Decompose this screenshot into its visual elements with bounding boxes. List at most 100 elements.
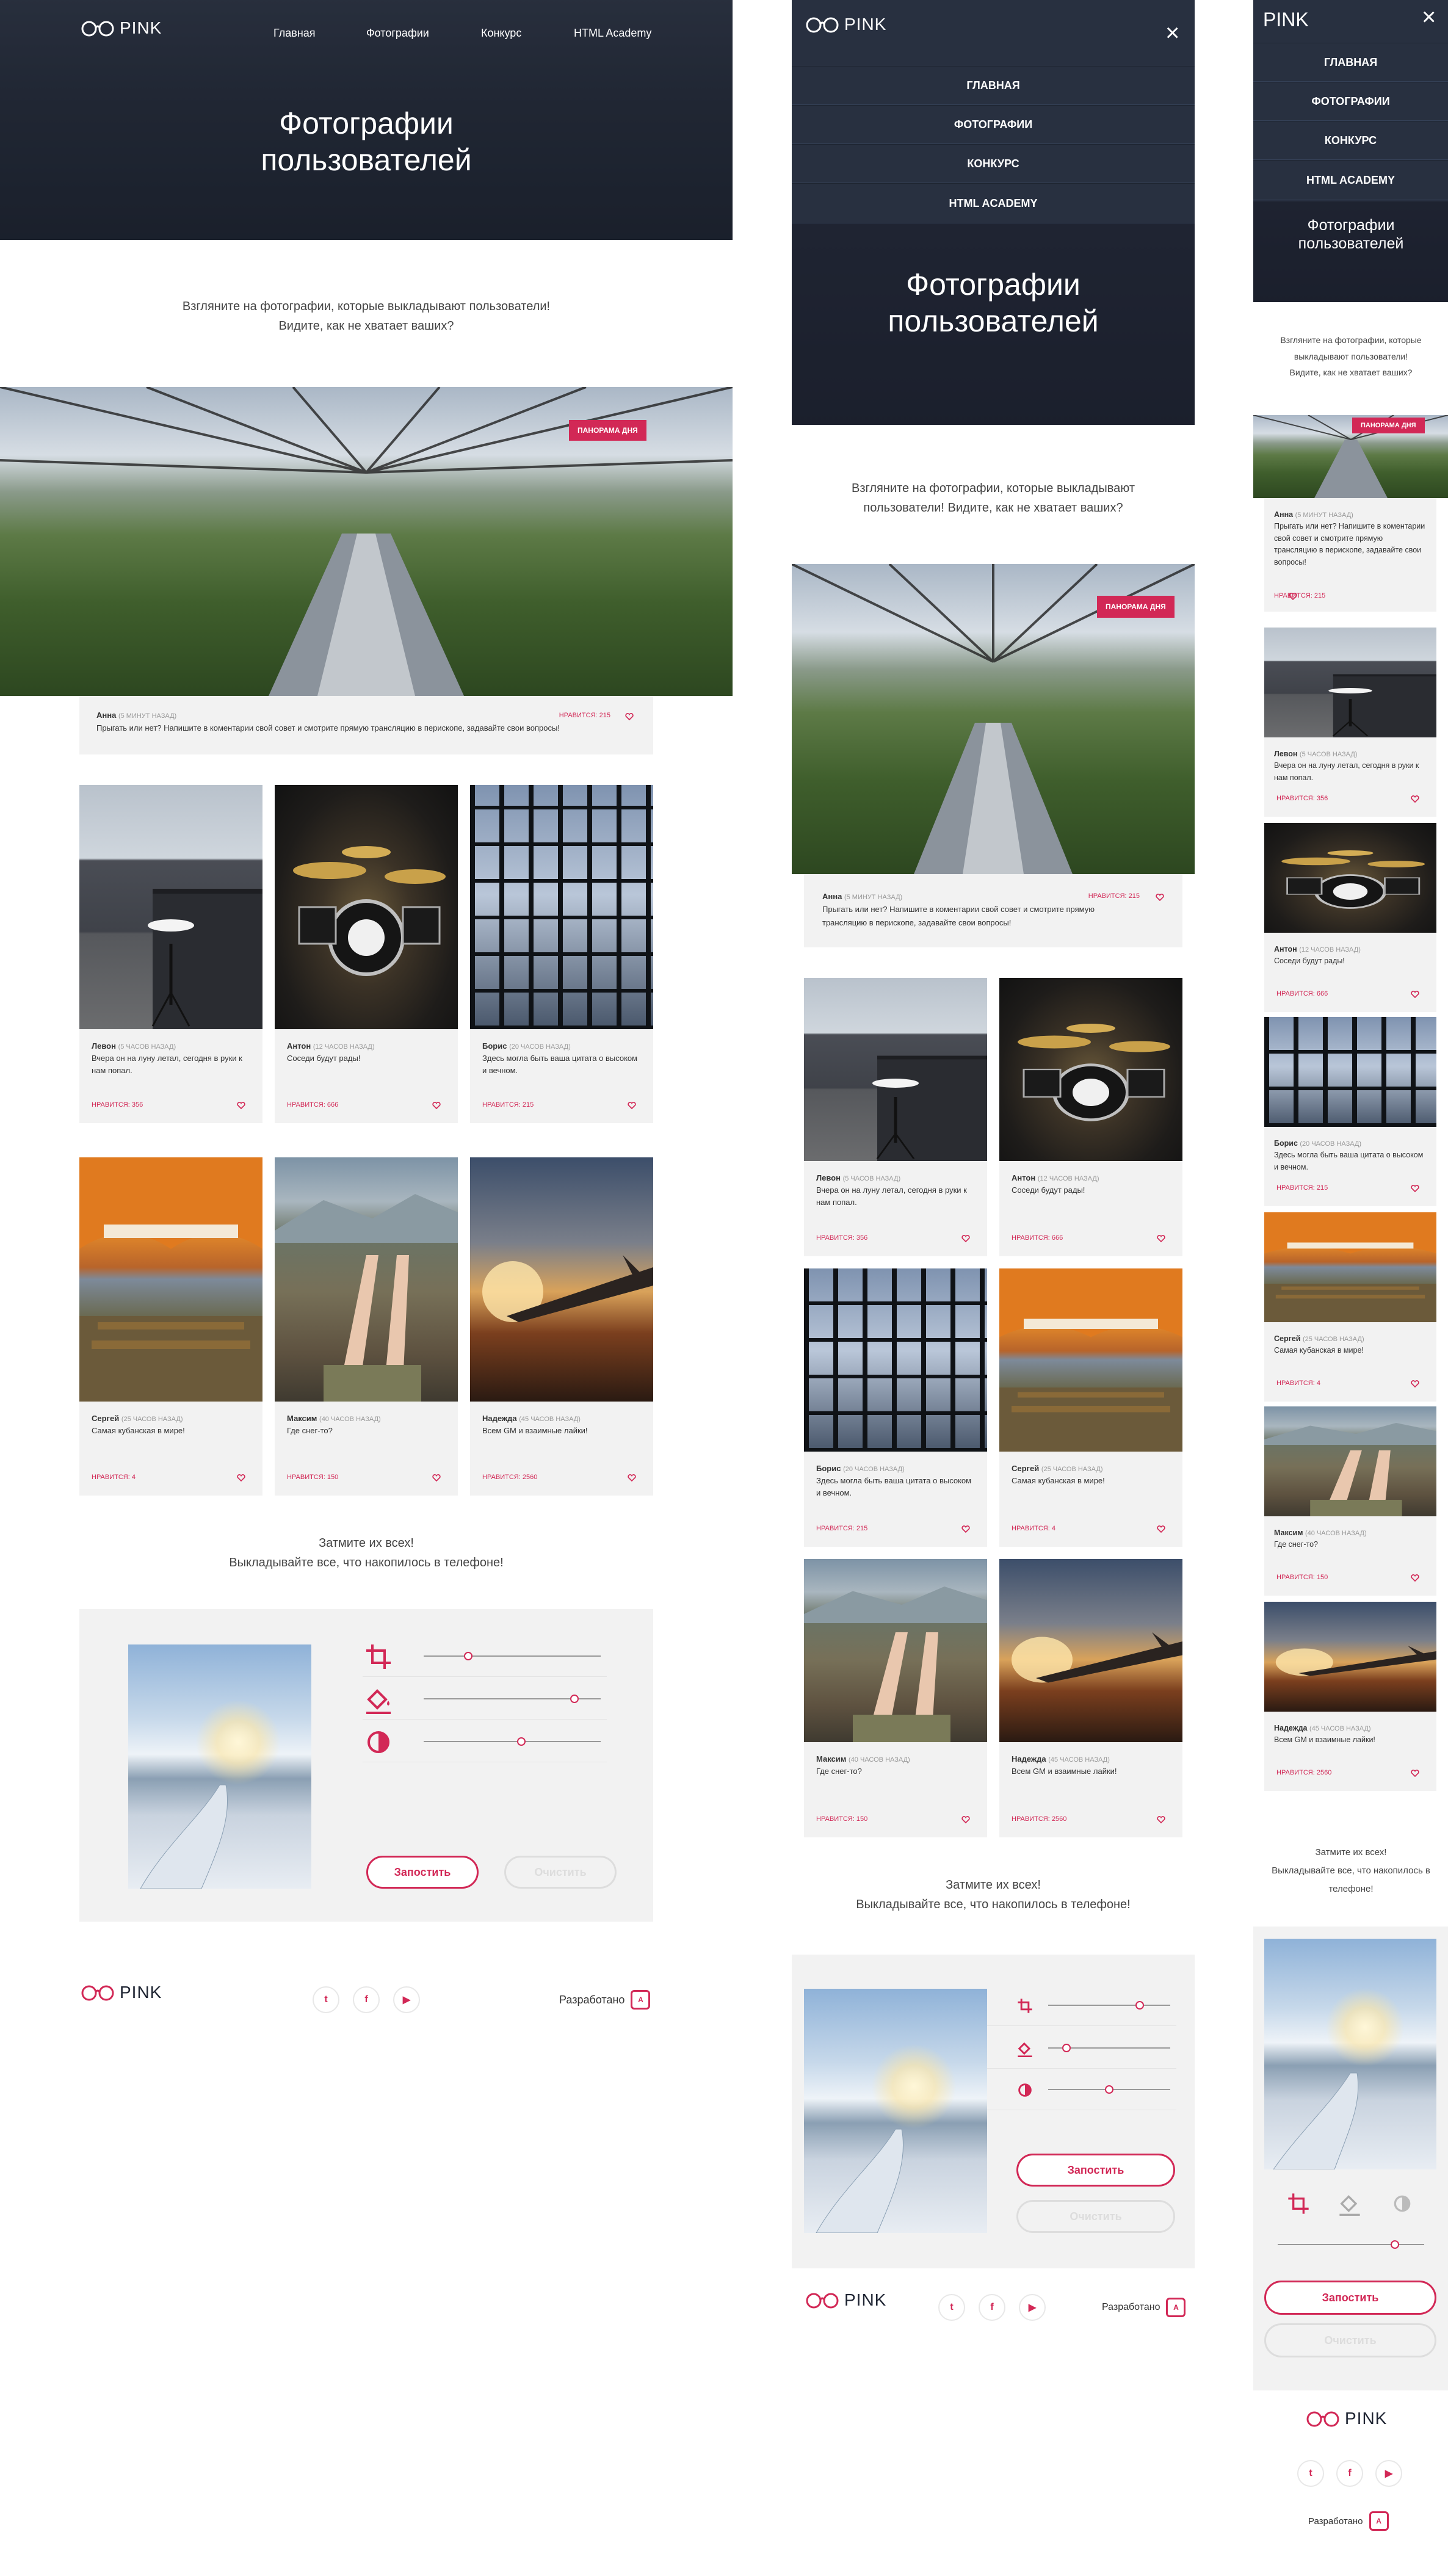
upload-button[interactable]: Запостить: [1016, 2154, 1175, 2187]
youtube-icon[interactable]: ▶: [1375, 2460, 1402, 2487]
user-photo[interactable]: [999, 978, 1182, 1161]
menu-home[interactable]: ГЛАВНАЯ: [1253, 43, 1448, 82]
like-heart-icon[interactable]: [1157, 1815, 1165, 1824]
like-heart-icon[interactable]: [961, 1815, 970, 1824]
user-photo[interactable]: [1264, 1017, 1436, 1127]
site-logo[interactable]: PINK: [1263, 9, 1309, 31]
close-menu-icon[interactable]: ×: [1422, 5, 1436, 29]
nav-photos[interactable]: Фотографии: [366, 27, 429, 40]
slider-handle[interactable]: [570, 1695, 579, 1703]
slider-handle[interactable]: [1105, 2085, 1113, 2094]
contrast-icon[interactable]: [1016, 2082, 1034, 2099]
like-heart-icon[interactable]: [1411, 1184, 1419, 1193]
upload-button[interactable]: Запостить: [366, 1856, 479, 1889]
logo-text: PINK: [120, 18, 162, 37]
menu-photos[interactable]: ФОТОГРАФИИ: [1253, 82, 1448, 121]
fill-icon[interactable]: [1338, 2191, 1362, 2216]
user-photo[interactable]: [1264, 1406, 1436, 1516]
post-time: (40 ЧАСОВ НАЗАД): [849, 1756, 910, 1764]
slider-handle[interactable]: [1062, 2044, 1071, 2052]
user-photo[interactable]: [470, 785, 653, 1029]
fill-icon[interactable]: [1016, 2040, 1034, 2057]
footer-logo[interactable]: PINK: [79, 1983, 162, 2002]
like-heart-icon[interactable]: [432, 1474, 441, 1482]
adjustment-slider[interactable]: [424, 1741, 601, 1742]
developer-credit[interactable]: Разработано A: [1102, 2298, 1186, 2317]
user-photo[interactable]: [470, 1157, 653, 1402]
footer-logo[interactable]: PINK: [804, 2290, 886, 2310]
user-photo[interactable]: [999, 1268, 1182, 1452]
fill-icon[interactable]: [364, 1685, 393, 1714]
developer-credit[interactable]: Разработано A: [559, 1990, 651, 2010]
facebook-icon[interactable]: f: [353, 1986, 380, 2013]
contrast-icon[interactable]: [1390, 2191, 1414, 2216]
adjustment-slider[interactable]: [1278, 2244, 1424, 2245]
user-photo[interactable]: [804, 1559, 987, 1742]
like-heart-icon[interactable]: [237, 1474, 245, 1482]
menu-academy[interactable]: HTML ACADEMY: [792, 183, 1195, 223]
like-heart-icon[interactable]: [237, 1101, 245, 1110]
twitter-icon[interactable]: t: [938, 2294, 965, 2321]
like-heart-icon[interactable]: [628, 1101, 636, 1110]
twitter-icon[interactable]: t: [313, 1986, 339, 2013]
user-photo[interactable]: [1264, 1602, 1436, 1712]
crop-icon[interactable]: [1286, 2191, 1311, 2216]
facebook-icon[interactable]: f: [1336, 2460, 1363, 2487]
nav-academy[interactable]: HTML Academy: [574, 27, 651, 40]
like-heart-icon[interactable]: [1411, 1769, 1419, 1778]
developer-credit[interactable]: Разработано A: [1308, 2511, 1389, 2531]
adjustment-slider[interactable]: [1048, 2005, 1170, 2006]
user-photo[interactable]: [999, 1559, 1182, 1742]
slider-handle[interactable]: [1391, 2240, 1399, 2249]
user-photo[interactable]: [79, 785, 262, 1029]
menu-contest[interactable]: КОНКУРС: [1253, 121, 1448, 160]
menu-home[interactable]: ГЛАВНАЯ: [792, 66, 1195, 105]
like-heart-icon[interactable]: [961, 1234, 970, 1243]
like-heart-icon[interactable]: [628, 1474, 636, 1482]
reset-button[interactable]: Очистить: [504, 1856, 617, 1889]
like-heart-icon[interactable]: [625, 713, 634, 720]
slider-handle[interactable]: [1135, 2001, 1144, 2010]
like-heart-icon[interactable]: [1411, 1380, 1419, 1388]
adjustment-slider[interactable]: [424, 1655, 601, 1657]
like-heart-icon[interactable]: [1157, 1525, 1165, 1533]
like-heart-icon[interactable]: [432, 1101, 441, 1110]
like-heart-icon[interactable]: [1289, 592, 1297, 601]
user-photo[interactable]: [804, 1268, 987, 1452]
like-heart-icon[interactable]: [1157, 1234, 1165, 1243]
nav-home[interactable]: Главная: [273, 27, 316, 40]
like-heart-icon[interactable]: [1411, 1574, 1419, 1582]
user-photo[interactable]: [275, 1157, 458, 1402]
post-text: Всем GM и взаимные лайки!: [1274, 1735, 1375, 1745]
user-photo[interactable]: [1264, 823, 1436, 933]
menu-academy[interactable]: HTML ACADEMY: [1253, 160, 1448, 200]
crop-icon[interactable]: [1016, 1997, 1034, 2014]
user-photo[interactable]: [1264, 1212, 1436, 1322]
close-menu-icon[interactable]: ×: [1165, 21, 1179, 45]
user-photo[interactable]: [1264, 628, 1436, 737]
twitter-icon[interactable]: t: [1297, 2460, 1324, 2487]
reset-button[interactable]: Очистить: [1016, 2200, 1175, 2233]
site-logo[interactable]: PINK: [79, 18, 162, 38]
like-heart-icon[interactable]: [1156, 894, 1164, 901]
site-logo[interactable]: PINK: [804, 15, 886, 34]
like-heart-icon[interactable]: [961, 1525, 970, 1533]
user-photo[interactable]: [275, 785, 458, 1029]
footer-logo[interactable]: PINK: [1305, 2409, 1387, 2428]
contrast-icon[interactable]: [364, 1728, 393, 1757]
like-heart-icon[interactable]: [1411, 795, 1419, 803]
slider-handle[interactable]: [463, 1652, 472, 1660]
like-heart-icon[interactable]: [1411, 990, 1419, 999]
menu-photos[interactable]: ФОТОГРАФИИ: [792, 105, 1195, 144]
menu-contest[interactable]: КОНКУРС: [792, 144, 1195, 183]
reset-button[interactable]: Очистить: [1264, 2323, 1436, 2357]
user-photo[interactable]: [804, 978, 987, 1161]
youtube-icon[interactable]: ▶: [393, 1986, 420, 2013]
upload-button[interactable]: Запостить: [1264, 2281, 1436, 2315]
youtube-icon[interactable]: ▶: [1019, 2294, 1046, 2321]
nav-contest[interactable]: Конкурс: [481, 27, 521, 40]
user-photo[interactable]: [79, 1157, 262, 1402]
crop-icon[interactable]: [364, 1642, 393, 1671]
slider-handle[interactable]: [516, 1737, 526, 1746]
facebook-icon[interactable]: f: [979, 2294, 1005, 2321]
